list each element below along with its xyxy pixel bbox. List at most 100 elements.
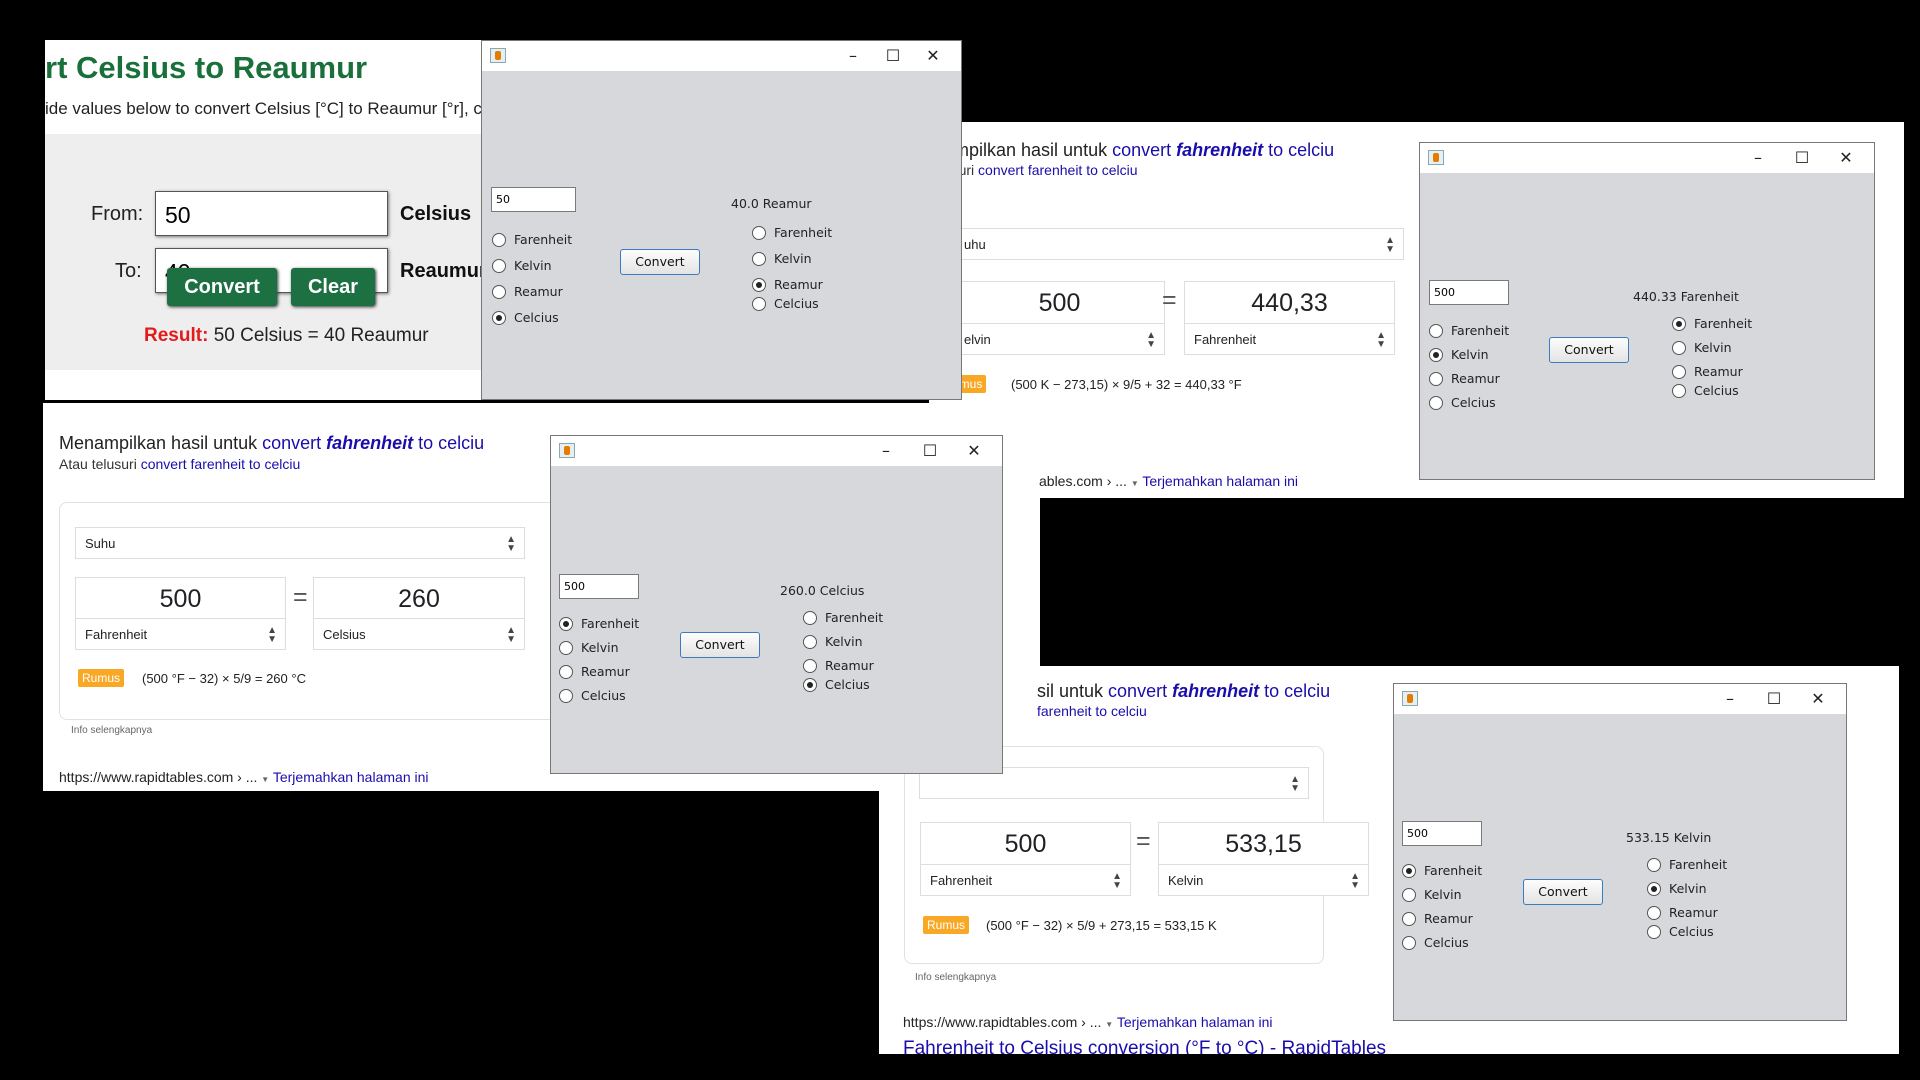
to-radio-reamur[interactable]: Reamur bbox=[1672, 364, 1743, 380]
equals-sign: = bbox=[1162, 286, 1177, 314]
alt-link[interactable]: farenheit to celciu bbox=[1037, 703, 1147, 719]
from-radio-celcius[interactable]: Celcius bbox=[559, 688, 626, 704]
to-unit-label: Reaumur bbox=[400, 260, 487, 282]
dropdown-arrow-icon[interactable]: ▼ bbox=[261, 775, 269, 784]
to-radio-reamur[interactable]: Reamur bbox=[1647, 905, 1718, 921]
from-radio-kelvin[interactable]: Kelvin bbox=[559, 640, 619, 656]
from-value-input[interactable]: 500 bbox=[75, 577, 286, 619]
to-radio-kelvin[interactable]: Kelvin bbox=[1647, 881, 1707, 897]
convert-button[interactable]: Convert bbox=[167, 268, 277, 306]
radio-indicator bbox=[1647, 857, 1661, 872]
minimize-icon[interactable]: – bbox=[1738, 146, 1778, 170]
temperature-input[interactable]: 500 bbox=[559, 574, 639, 599]
from-unit-select[interactable]: elvin ▲ ▼ bbox=[954, 323, 1165, 355]
close-icon[interactable]: ✕ bbox=[1798, 687, 1838, 711]
window-titlebar[interactable]: – ☐ ✕ bbox=[551, 436, 1002, 466]
from-unit-select[interactable]: Fahrenheit ▲ ▼ bbox=[75, 618, 286, 650]
to-radio-farenheit[interactable]: Farenheit bbox=[803, 610, 883, 626]
to-unit-select[interactable]: Kelvin ▲ ▼ bbox=[1158, 864, 1369, 896]
convert-button[interactable]: Convert bbox=[1523, 879, 1603, 905]
from-radio-farenheit[interactable]: Farenheit bbox=[1429, 323, 1509, 339]
from-radio-farenheit[interactable]: Farenheit bbox=[492, 232, 572, 248]
from-radio-celcius[interactable]: Celcius bbox=[1402, 935, 1469, 951]
alt-link[interactable]: convert farenheit to celciu bbox=[141, 456, 301, 472]
minimize-icon[interactable]: – bbox=[833, 44, 873, 68]
to-radio-farenheit[interactable]: Farenheit bbox=[1672, 316, 1752, 332]
temperature-input[interactable]: 500 bbox=[1402, 821, 1482, 846]
to-unit-select[interactable]: Fahrenheit ▲ ▼ bbox=[1184, 323, 1395, 355]
alt-link[interactable]: convert farenheit to celciu bbox=[978, 162, 1138, 178]
from-radio-reamur[interactable]: Reamur bbox=[1429, 371, 1500, 387]
clear-button[interactable]: Clear bbox=[291, 268, 375, 306]
from-input[interactable]: 50 bbox=[155, 191, 388, 236]
minimize-icon[interactable]: – bbox=[866, 439, 906, 463]
from-radio-reamur[interactable]: Reamur bbox=[1402, 911, 1473, 927]
to-value-input[interactable]: 440,33 bbox=[1184, 281, 1395, 323]
convert-button[interactable]: Convert bbox=[620, 249, 700, 275]
from-radio-celcius[interactable]: Celcius bbox=[492, 310, 559, 326]
window-titlebar[interactable]: – ☐ ✕ bbox=[1420, 143, 1874, 173]
from-radio-reamur[interactable]: Reamur bbox=[559, 664, 630, 680]
to-value-input[interactable]: 533,15 bbox=[1158, 822, 1369, 864]
translate-link[interactable]: Terjemahkan halaman ini bbox=[1142, 473, 1298, 489]
select-caret-icon: ▲ ▼ bbox=[506, 534, 516, 554]
to-radio-reamur[interactable]: Reamur bbox=[803, 658, 874, 674]
equals-sign: = bbox=[1136, 827, 1151, 855]
converter-card: Suhu ▲ ▼ 500 = 260 Fahrenheit ▲ ▼ Celsius … bbox=[59, 502, 579, 720]
translate-link[interactable]: Terjemahkan halaman ini bbox=[273, 769, 429, 785]
close-icon[interactable]: ✕ bbox=[1826, 146, 1866, 170]
result-url: https://www.rapidtables.com › ... ▼ Terj… bbox=[903, 1014, 1273, 1030]
to-unit-select[interactable]: Celsius ▲ ▼ bbox=[313, 618, 525, 650]
to-value-input[interactable]: 260 bbox=[313, 577, 525, 619]
window-titlebar[interactable]: – ☐ ✕ bbox=[482, 41, 961, 71]
heading-link[interactable]: convert fahrenheit to celciu bbox=[262, 433, 484, 453]
temperature-input[interactable]: 500 bbox=[1429, 280, 1509, 305]
from-radio-farenheit[interactable]: Farenheit bbox=[559, 616, 639, 632]
close-icon[interactable]: ✕ bbox=[954, 439, 994, 463]
to-radio-celcius[interactable]: Celcius bbox=[752, 296, 819, 312]
dropdown-arrow-icon[interactable]: ▼ bbox=[1105, 1020, 1113, 1029]
to-radio-kelvin[interactable]: Kelvin bbox=[1672, 340, 1732, 356]
close-icon[interactable]: ✕ bbox=[913, 44, 953, 68]
heading-link[interactable]: convert fahrenheit to celciu bbox=[1108, 681, 1330, 701]
result-title-link[interactable]: Fahrenheit to Celsius conversion (°F to … bbox=[903, 1038, 1386, 1054]
from-radio-farenheit[interactable]: Farenheit bbox=[1402, 863, 1482, 879]
translate-link[interactable]: Terjemahkan halaman ini bbox=[1117, 1014, 1273, 1030]
maximize-icon[interactable]: ☐ bbox=[1782, 146, 1822, 170]
to-radio-celcius[interactable]: Celcius bbox=[1672, 383, 1739, 399]
convert-button[interactable]: Convert bbox=[1549, 337, 1629, 363]
maximize-icon[interactable]: ☐ bbox=[910, 439, 950, 463]
from-unit-select[interactable]: Fahrenheit ▲ ▼ bbox=[920, 864, 1131, 896]
to-radio-celcius[interactable]: Celcius bbox=[803, 677, 870, 693]
from-radio-kelvin[interactable]: Kelvin bbox=[492, 258, 552, 274]
from-radio-celcius[interactable]: Celcius bbox=[1429, 395, 1496, 411]
from-value-input[interactable]: 500 bbox=[954, 281, 1165, 323]
from-radio-kelvin[interactable]: Kelvin bbox=[1402, 887, 1462, 903]
heading-link[interactable]: convert fahrenheit to celciu bbox=[1112, 140, 1334, 160]
result-label: 260.0 Celcius bbox=[780, 583, 865, 598]
to-radio-kelvin[interactable]: Kelvin bbox=[752, 251, 812, 267]
to-radio-reamur[interactable]: Reamur bbox=[752, 277, 823, 293]
window-titlebar[interactable]: – ☐ ✕ bbox=[1394, 684, 1846, 714]
from-radio-kelvin[interactable]: Kelvin bbox=[1429, 347, 1489, 363]
from-radio-reamur[interactable]: Reamur bbox=[492, 284, 563, 300]
dropdown-arrow-icon[interactable]: ▼ bbox=[1131, 479, 1139, 488]
from-value-input[interactable]: 500 bbox=[920, 822, 1131, 864]
category-select[interactable]: Suhu ▲ ▼ bbox=[75, 527, 525, 559]
minimize-icon[interactable]: – bbox=[1710, 687, 1750, 711]
to-radio-celcius[interactable]: Celcius bbox=[1647, 924, 1714, 940]
more-info-link[interactable]: Info selengkapnya bbox=[71, 725, 152, 736]
maximize-icon[interactable]: ☐ bbox=[873, 44, 913, 68]
select-caret-icon: ▲ ▼ bbox=[267, 625, 277, 645]
to-radio-kelvin[interactable]: Kelvin bbox=[803, 634, 863, 650]
formula-text: (500 °F − 32) × 5/9 = 260 °C bbox=[142, 671, 306, 686]
category-value: uhu bbox=[964, 237, 986, 252]
temperature-input[interactable]: 50 bbox=[491, 187, 576, 212]
maximize-icon[interactable]: ☐ bbox=[1754, 687, 1794, 711]
to-radio-farenheit[interactable]: Farenheit bbox=[752, 225, 832, 241]
more-info-link[interactable]: Info selengkapnya bbox=[915, 972, 996, 983]
category-select[interactable]: uhu ▲ ▼ bbox=[954, 228, 1404, 260]
to-radio-farenheit[interactable]: Farenheit bbox=[1647, 857, 1727, 873]
convert-button[interactable]: Convert bbox=[680, 632, 760, 658]
java-icon bbox=[490, 48, 506, 63]
